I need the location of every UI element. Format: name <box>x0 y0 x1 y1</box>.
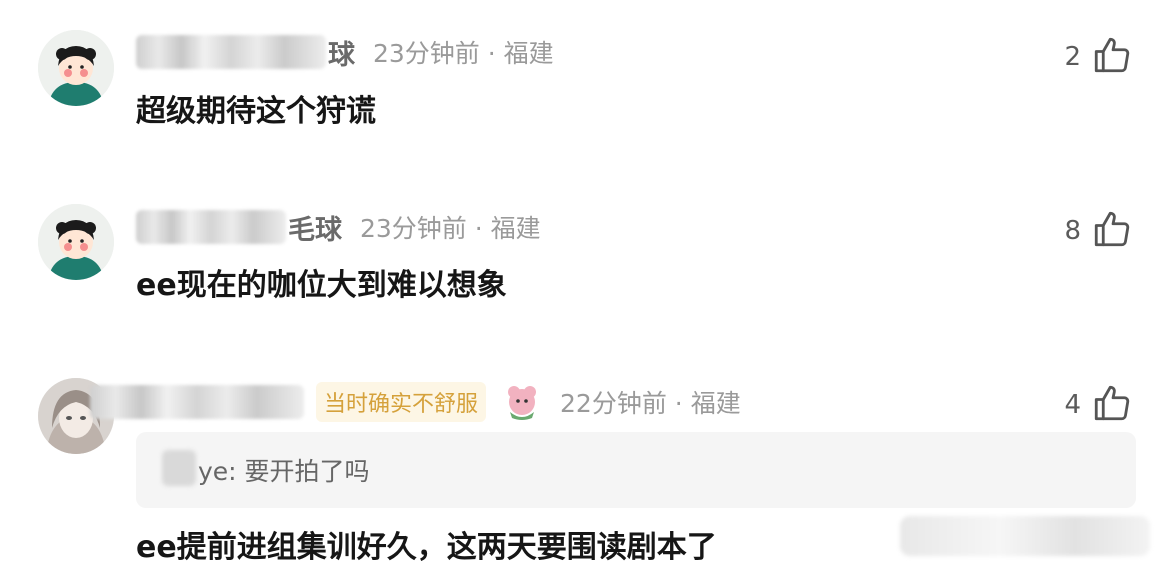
username[interactable]: 毛球 <box>288 208 342 247</box>
separator: · <box>474 214 483 243</box>
comment-meta: 23分钟前 · 福建 <box>360 209 541 245</box>
like-count: 8 <box>1064 216 1081 246</box>
comment-meta: 22分钟前 · 福建 <box>560 384 741 420</box>
like-button[interactable]: 4 <box>1064 382 1133 428</box>
thumbs-up-icon[interactable] <box>1091 34 1133 80</box>
reply-text: ye: 要开拍了吗 <box>198 457 370 486</box>
blurred-region <box>900 516 1150 556</box>
timestamp: 23分钟前 <box>373 39 480 68</box>
location: 福建 <box>490 214 541 243</box>
comment-text: ee提前进组集训好久，这两天要围读剧本了 <box>136 530 717 565</box>
location: 福建 <box>503 39 554 68</box>
location: 福建 <box>690 389 741 418</box>
comment-meta: 23分钟前 · 福建 <box>373 34 554 70</box>
like-count: 2 <box>1064 42 1081 72</box>
like-button[interactable]: 2 <box>1064 34 1133 80</box>
username-blurred[interactable] <box>90 385 304 419</box>
avatar[interactable] <box>38 30 114 106</box>
separator: · <box>674 389 683 418</box>
separator: · <box>487 39 496 68</box>
username[interactable]: 球 <box>328 33 355 72</box>
thumbs-up-icon[interactable] <box>1091 382 1133 428</box>
reply-username-blurred <box>162 450 196 486</box>
comment-text: ee现在的咖位大到难以想象 <box>136 268 507 303</box>
username-blurred[interactable] <box>136 35 326 69</box>
avatar[interactable] <box>38 204 114 280</box>
timestamp: 22分钟前 <box>560 389 667 418</box>
quoted-reply[interactable]: ye: 要开拍了吗 <box>136 432 1136 508</box>
like-button[interactable]: 8 <box>1064 208 1133 254</box>
sticker-icon <box>502 382 542 422</box>
timestamp: 23分钟前 <box>360 214 467 243</box>
username-blurred[interactable] <box>136 210 286 244</box>
user-tag-badge: 当时确实不舒服 <box>316 382 487 422</box>
comment-text: 超级期待这个狩谎 <box>136 94 376 129</box>
thumbs-up-icon[interactable] <box>1091 208 1133 254</box>
like-count: 4 <box>1064 390 1081 420</box>
